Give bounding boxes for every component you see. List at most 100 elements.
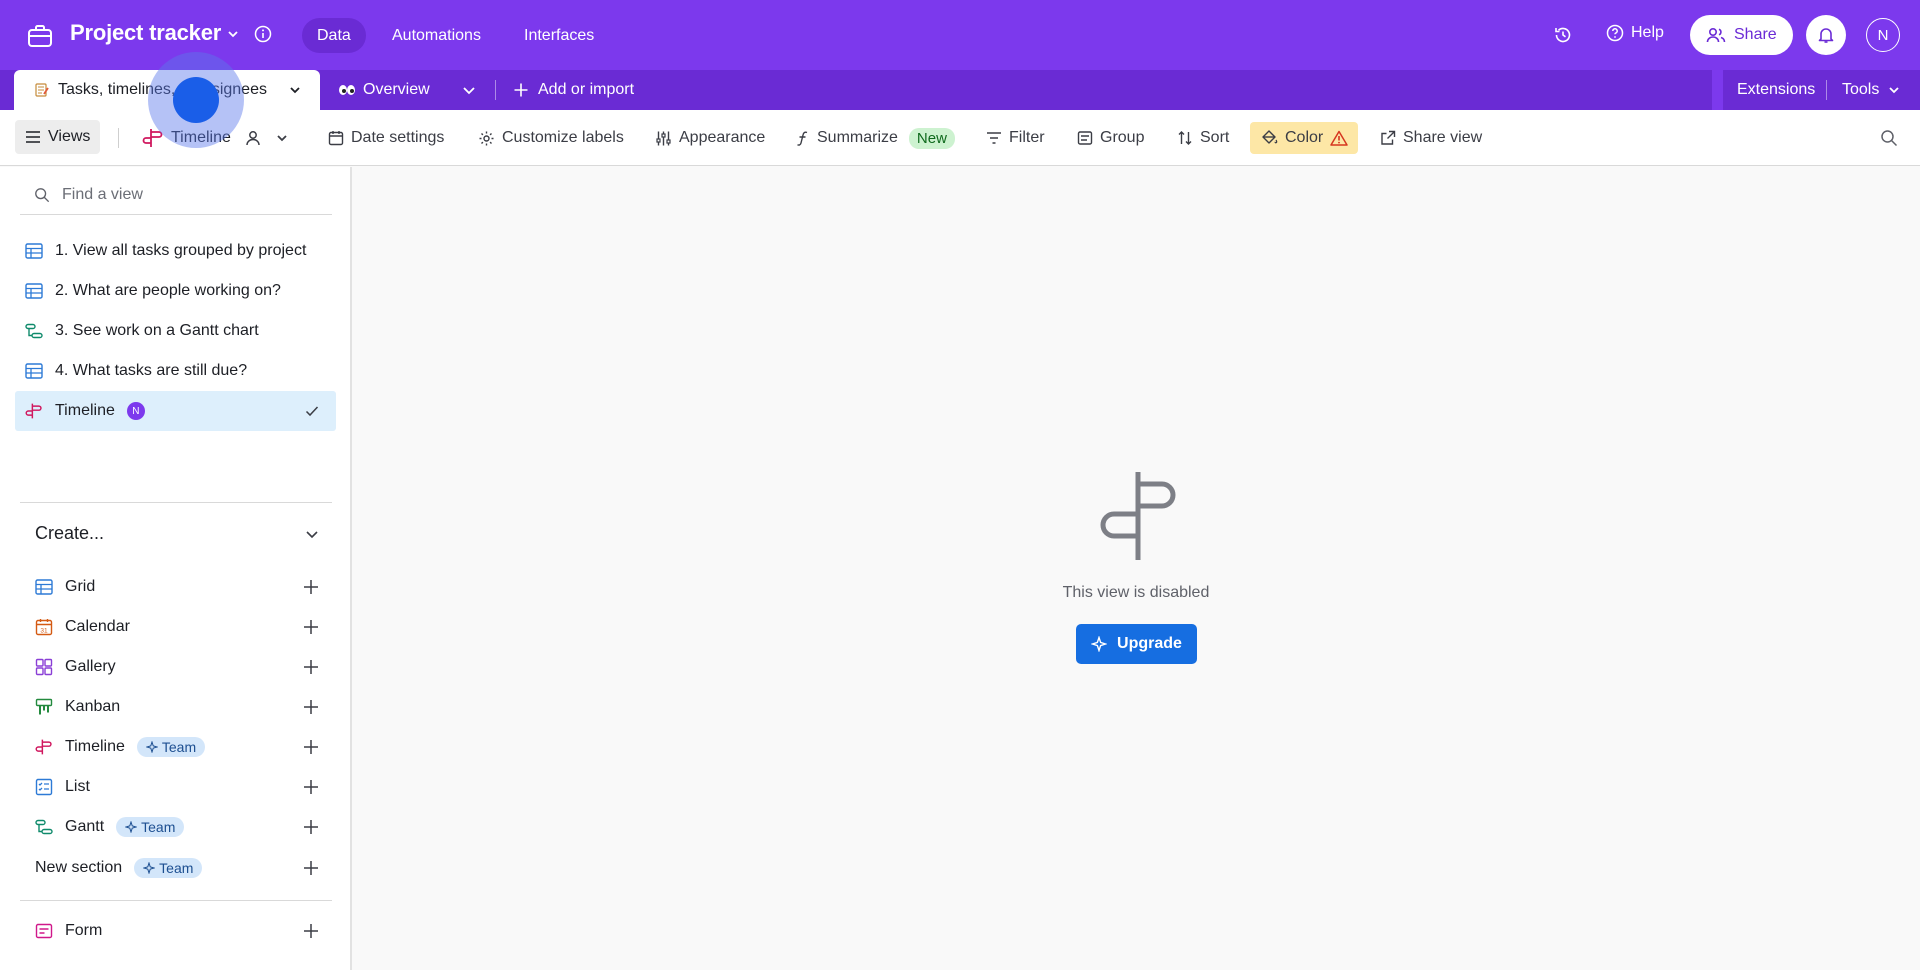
calendar-icon: 31 [35, 619, 53, 636]
customize-labels-button[interactable]: Customize labels [478, 110, 624, 166]
nav-data[interactable]: Data [302, 18, 366, 53]
form-icon [35, 923, 53, 939]
extensions-button[interactable]: Extensions [1737, 81, 1815, 99]
create-label: Form [65, 922, 103, 939]
date-settings-label: Date settings [351, 129, 445, 146]
share-label: Share [1734, 26, 1777, 43]
plus-icon [304, 620, 318, 634]
group-icon [1077, 131, 1093, 145]
create-list[interactable]: List [35, 771, 320, 803]
create-form[interactable]: Form [35, 915, 320, 947]
plus-icon [304, 700, 318, 714]
create-gantt[interactable]: Gantt Team [35, 811, 320, 843]
create-section-toggle[interactable]: Create... [35, 523, 320, 544]
person-icon [246, 131, 260, 146]
user-avatar[interactable]: N [1866, 18, 1900, 52]
new-badge: New [908, 127, 955, 149]
view-canvas [354, 167, 1920, 970]
function-icon [797, 131, 808, 146]
color-label: Color [1285, 129, 1324, 146]
nav-interfaces[interactable]: Interfaces [509, 18, 609, 53]
create-calendar[interactable]: 31 Calendar [35, 611, 320, 643]
sparkle-icon [125, 821, 138, 833]
add-label: Add or import [538, 81, 635, 98]
appearance-button[interactable]: Appearance [655, 110, 765, 166]
more-tables-button[interactable] [461, 82, 477, 98]
upgrade-button[interactable]: Upgrade [1076, 624, 1197, 664]
views-sidebar: Find a view 1. View all tasks grouped by… [0, 167, 352, 970]
date-settings-button[interactable]: Date settings [328, 110, 444, 166]
summarize-label: Summarize [817, 129, 898, 146]
search-icon [1881, 130, 1898, 147]
share-view-label: Share view [1403, 129, 1483, 146]
chevron-down-icon [290, 87, 300, 94]
grid-icon [25, 243, 43, 259]
add-or-import-button[interactable]: Add or import [513, 81, 634, 99]
plus-icon [304, 660, 318, 674]
kanban-icon [35, 698, 53, 715]
sort-label: Sort [1200, 129, 1230, 146]
team-badge: Team [136, 737, 206, 757]
history-icon[interactable] [1553, 25, 1573, 45]
base-title[interactable]: Project tracker [70, 20, 221, 46]
sidebar-divider [20, 900, 332, 901]
timeline-icon [1090, 470, 1182, 562]
tools-label: Tools [1842, 81, 1880, 98]
grid-icon [25, 363, 43, 379]
view-item-3[interactable]: 3. See work on a Gantt chart [15, 311, 336, 351]
tab-overview[interactable]: Overview [338, 81, 430, 99]
group-button[interactable]: Group [1077, 110, 1144, 166]
team-badge: Team [134, 858, 203, 878]
create-timeline[interactable]: Timeline Team [35, 731, 320, 763]
tools-button[interactable]: Tools [1842, 81, 1901, 99]
appearance-label: Appearance [679, 129, 766, 146]
create-new-section[interactable]: New section Team [35, 852, 320, 884]
info-icon[interactable] [254, 25, 272, 43]
create-label: Kanban [65, 698, 121, 715]
view-item-1[interactable]: 1. View all tasks grouped by project [15, 231, 336, 271]
chevron-down-icon[interactable] [226, 27, 240, 41]
share-button[interactable]: Share [1690, 15, 1793, 55]
create-gallery[interactable]: Gallery [35, 651, 320, 683]
create-label: Gallery [65, 658, 116, 675]
view-item-2[interactable]: 2. What are people working on? [15, 271, 336, 311]
create-label: Grid [65, 578, 96, 595]
view-item-4[interactable]: 4. What tasks are still due? [15, 351, 336, 391]
chevron-down-icon [1889, 87, 1899, 94]
view-item-timeline[interactable]: Timeline N [15, 391, 336, 431]
views-button[interactable]: Views [15, 120, 101, 154]
search-button[interactable] [1880, 110, 1898, 166]
team-badge-label: Team [141, 819, 176, 835]
external-link-icon [1381, 130, 1396, 145]
view-label: 1. View all tasks grouped by project [55, 242, 307, 259]
create-grid[interactable]: Grid [35, 571, 320, 603]
paint-bucket-icon [1262, 130, 1278, 144]
briefcase-icon[interactable] [26, 22, 54, 50]
find-view-search[interactable]: Find a view [20, 175, 332, 215]
sort-button[interactable]: Sort [1177, 110, 1229, 166]
toolbar-divider [118, 128, 119, 148]
list-icon [35, 778, 53, 796]
share-view-button[interactable]: Share view [1380, 110, 1482, 166]
warning-icon [1330, 130, 1348, 146]
timeline-icon [25, 403, 42, 419]
sliders-icon [656, 131, 671, 145]
team-badge-label: Team [161, 739, 197, 755]
summarize-button[interactable]: Summarize New [796, 110, 955, 166]
gantt-icon [25, 323, 43, 339]
people-icon [1706, 27, 1726, 43]
create-kanban[interactable]: Kanban [35, 691, 320, 723]
sparkle-icon [1091, 636, 1108, 652]
filter-button[interactable]: Filter [986, 110, 1045, 166]
plus-icon [304, 780, 318, 794]
sparkle-icon [143, 862, 156, 874]
create-heading: Create... [35, 523, 105, 543]
plus-icon [304, 740, 318, 754]
plus-icon [304, 861, 318, 875]
nav-automations[interactable]: Automations [377, 18, 496, 53]
check-icon [305, 406, 319, 417]
chevron-down-icon [306, 530, 318, 538]
notifications-button[interactable] [1806, 15, 1846, 55]
color-button[interactable]: Color [1250, 122, 1359, 154]
help-button[interactable]: Help [1606, 24, 1664, 42]
